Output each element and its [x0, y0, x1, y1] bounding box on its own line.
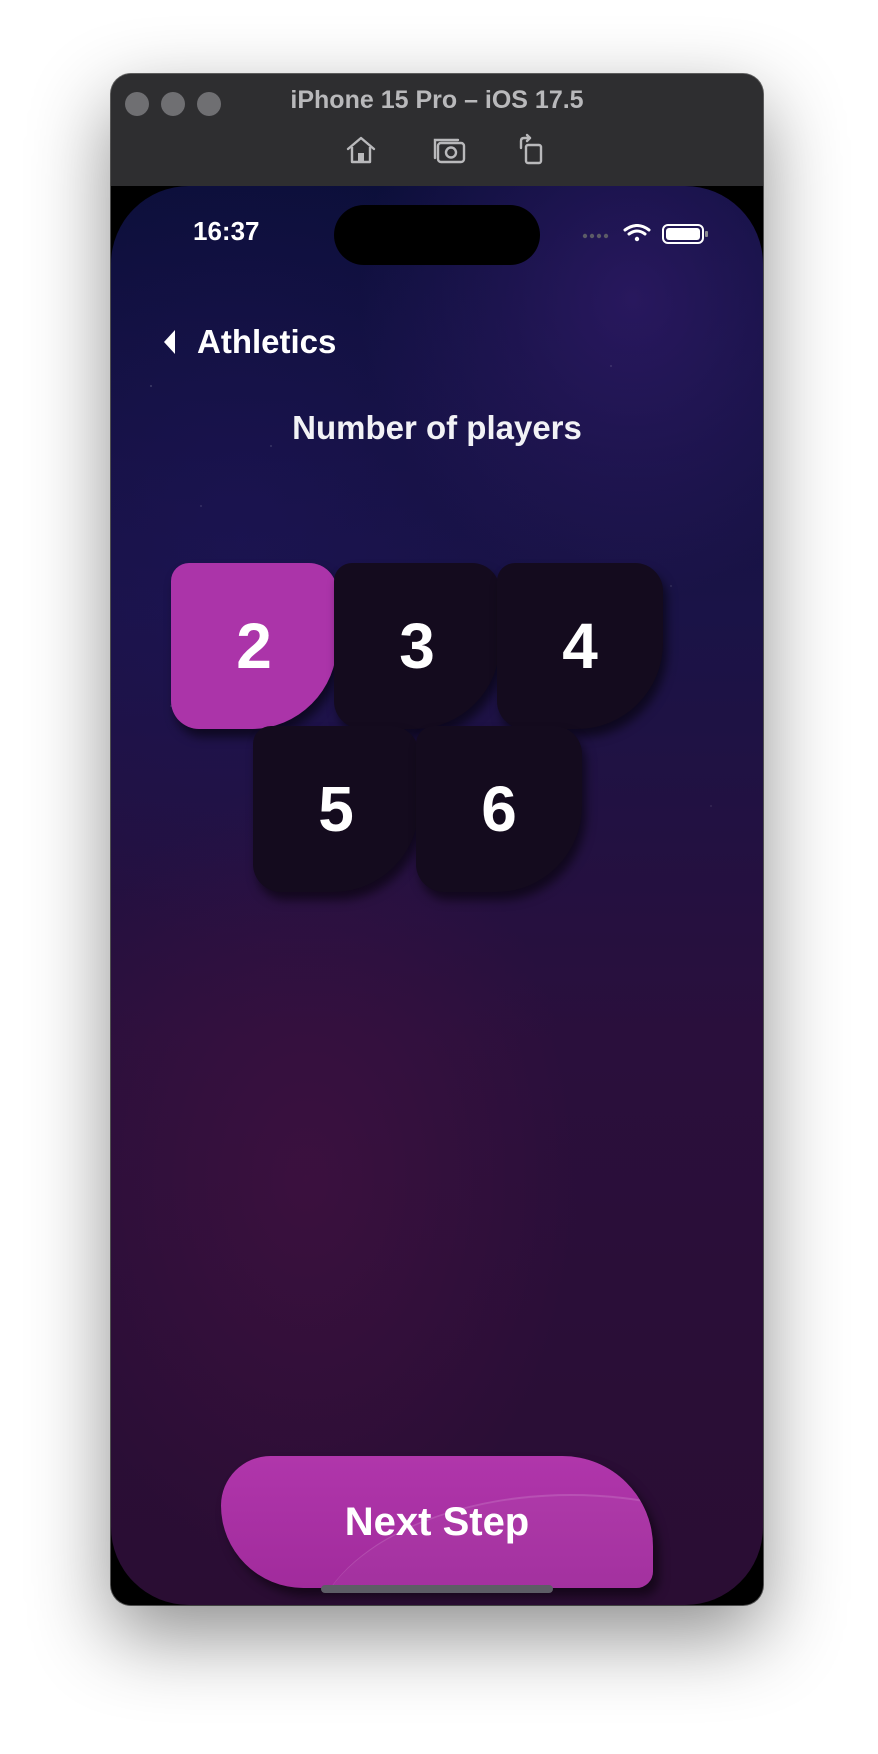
title-bar: iPhone 15 Pro – iOS 17.5	[111, 74, 763, 186]
screenshot-icon[interactable]	[432, 132, 468, 168]
simulator-screen: 16:37 Athletics Number of players 2 3 4 …	[111, 186, 763, 1605]
status-icons	[582, 224, 708, 244]
back-label: Athletics	[197, 323, 337, 360]
home-indicator[interactable]	[321, 1585, 553, 1593]
rotate-icon[interactable]	[513, 132, 549, 168]
home-icon[interactable]	[343, 132, 379, 168]
battery-icon	[662, 224, 708, 244]
back-chevron-icon	[164, 330, 175, 354]
app-screen: 16:37 Athletics Number of players 2 3 4 …	[111, 186, 763, 1605]
next-step-button[interactable]: Next Step	[221, 1456, 653, 1588]
status-time: 16:37	[193, 216, 260, 246]
wifi-icon	[623, 224, 651, 242]
starfield-background	[111, 186, 763, 1605]
page-title: Number of players	[292, 409, 582, 446]
back-button[interactable]: Athletics	[161, 322, 336, 362]
cellular-icon	[582, 233, 609, 239]
simulator-window: iPhone 15 Pro – iOS 17.5 16:37 Athletics…	[111, 74, 763, 1605]
window-title: iPhone 15 Pro – iOS 17.5	[290, 86, 584, 114]
dynamic-island	[334, 205, 540, 265]
next-step-label: Next Step	[344, 1499, 530, 1544]
